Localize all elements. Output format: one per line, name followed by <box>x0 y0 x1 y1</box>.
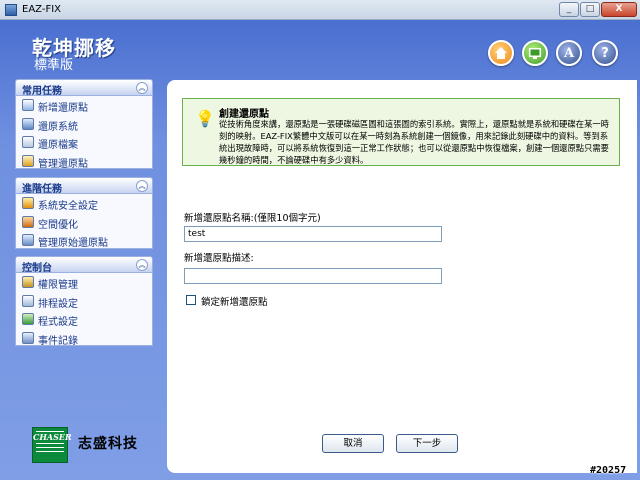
about-icon[interactable]: A <box>556 40 582 66</box>
common-tasks-header[interactable]: 常用任務 ︽ <box>16 80 152 97</box>
sidebar-item-label: 新增還原點 <box>38 103 88 114</box>
control-panel-title: 控制台 <box>22 263 52 274</box>
sidebar-item-permission[interactable]: 權限管理 <box>16 273 152 292</box>
maximize-button[interactable]: □ <box>580 2 600 17</box>
company-logo: CHASER <box>32 427 72 463</box>
sidebar-item-label: 系統安全設定 <box>38 201 98 212</box>
sidebar-item-label: 排程設定 <box>38 298 78 310</box>
minimize-button[interactable]: _ <box>559 2 579 17</box>
description-label: 新增還原點描述: <box>184 253 254 264</box>
common-tasks-panel: 常用任務 ︽ 新增還原點 還原系統 還原檔案 管理還原點 <box>15 79 153 171</box>
name-label: 新增還原點名稱:(僅限10個字元) <box>184 213 321 224</box>
restore-point-description-input[interactable] <box>184 268 442 284</box>
common-tasks-title: 常用任務 <box>22 86 62 97</box>
permission-icon <box>22 276 34 288</box>
sidebar-item-label: 權限管理 <box>38 280 78 291</box>
title-bar: EAZ-FIX _ □ X <box>0 0 640 20</box>
sidebar-item-label: 程式設定 <box>38 317 78 328</box>
lightbulb-icon: 💡 <box>195 109 215 128</box>
schedule-icon <box>22 294 34 307</box>
watermark: #20257 <box>590 465 627 476</box>
manage-restore-icon <box>22 154 34 167</box>
sidebar-item-security-settings[interactable]: 系統安全設定 <box>16 194 152 213</box>
cancel-button[interactable]: 取消 <box>322 434 384 453</box>
restore-file-icon <box>22 136 34 148</box>
restore-point-icon <box>22 99 34 111</box>
sidebar-item-label: 管理還原點 <box>38 158 88 170</box>
advanced-tasks-header[interactable]: 進階任務 ︽ <box>16 178 152 195</box>
lock-restore-point-label: 鎖定新增還原點 <box>201 297 268 308</box>
help-icon[interactable]: ? <box>592 40 618 66</box>
security-icon <box>22 197 34 209</box>
sidebar-item-event-log[interactable]: 事件記錄 <box>16 329 152 348</box>
restore-point-name-input[interactable] <box>184 226 442 242</box>
sidebar-item-label: 空間優化 <box>38 219 78 231</box>
web-icon[interactable] <box>522 40 548 66</box>
space-optimize-icon <box>22 215 34 228</box>
window-title: EAZ-FIX <box>22 4 61 15</box>
lock-restore-point-checkbox[interactable] <box>186 295 196 305</box>
sidebar-item-program-settings[interactable]: 程式設定 <box>16 310 152 329</box>
sidebar-item-restore-system[interactable]: 還原系統 <box>16 115 152 134</box>
sidebar-item-label: 還原系統 <box>38 121 78 133</box>
restore-system-icon <box>22 117 34 130</box>
sidebar-item-manage-restore-point[interactable]: 管理還原點 <box>16 152 152 171</box>
main-content: 💡 創建還原點 從技術角度來講，還原點是一張硬碟磁區圖和這張圖的索引系統。實際上… <box>167 80 637 473</box>
app-icon <box>5 4 17 16</box>
main-frame: 乾坤挪移 標準版 A ? 常用任務 ︽ 新增還原點 還原系統 還原檔案 管理還原… <box>0 20 640 480</box>
close-button[interactable]: X <box>601 2 637 17</box>
sidebar-item-manage-original-restore[interactable]: 管理原始還原點 <box>16 231 152 250</box>
info-box: 💡 創建還原點 從技術角度來講，還原點是一張硬碟磁區圖和這張圖的索引系統。實際上… <box>182 98 620 166</box>
logo-text: CHASER <box>33 432 72 442</box>
sidebar-item-label: 事件記錄 <box>38 335 78 347</box>
sidebar-item-space-optimize[interactable]: 空間優化 <box>16 213 152 232</box>
advanced-tasks-panel: 進階任務 ︽ 系統安全設定 空間優化 管理原始還原點 <box>15 177 153 249</box>
company-name: 志盛科技 <box>78 436 138 452</box>
event-log-icon <box>22 331 34 344</box>
collapse-icon[interactable]: ︽ <box>136 180 148 192</box>
advanced-tasks-title: 進階任務 <box>22 184 62 195</box>
sidebar-item-schedule[interactable]: 排程設定 <box>16 292 152 311</box>
home-icon[interactable] <box>488 40 514 66</box>
sidebar-item-new-restore-point[interactable]: 新增還原點 <box>16 96 152 115</box>
control-panel-header[interactable]: 控制台 ︽ <box>16 257 152 274</box>
sidebar-item-label: 管理原始還原點 <box>38 238 108 249</box>
original-restore-icon <box>22 234 34 246</box>
program-settings-icon <box>22 313 34 325</box>
sidebar-item-restore-file[interactable]: 還原檔案 <box>16 133 152 152</box>
control-panel: 控制台 ︽ 權限管理 排程設定 程式設定 事件記錄 <box>15 256 153 348</box>
next-button[interactable]: 下一步 <box>396 434 458 453</box>
collapse-icon[interactable]: ︽ <box>136 82 148 94</box>
collapse-icon[interactable]: ︽ <box>136 259 148 271</box>
brand-subtitle: 標準版 <box>34 58 74 73</box>
info-text: 從技術角度來講，還原點是一張硬碟磁區圖和這張圖的索引系統。實際上，還原點就是系統… <box>219 119 609 165</box>
sidebar-item-label: 還原檔案 <box>38 140 78 151</box>
